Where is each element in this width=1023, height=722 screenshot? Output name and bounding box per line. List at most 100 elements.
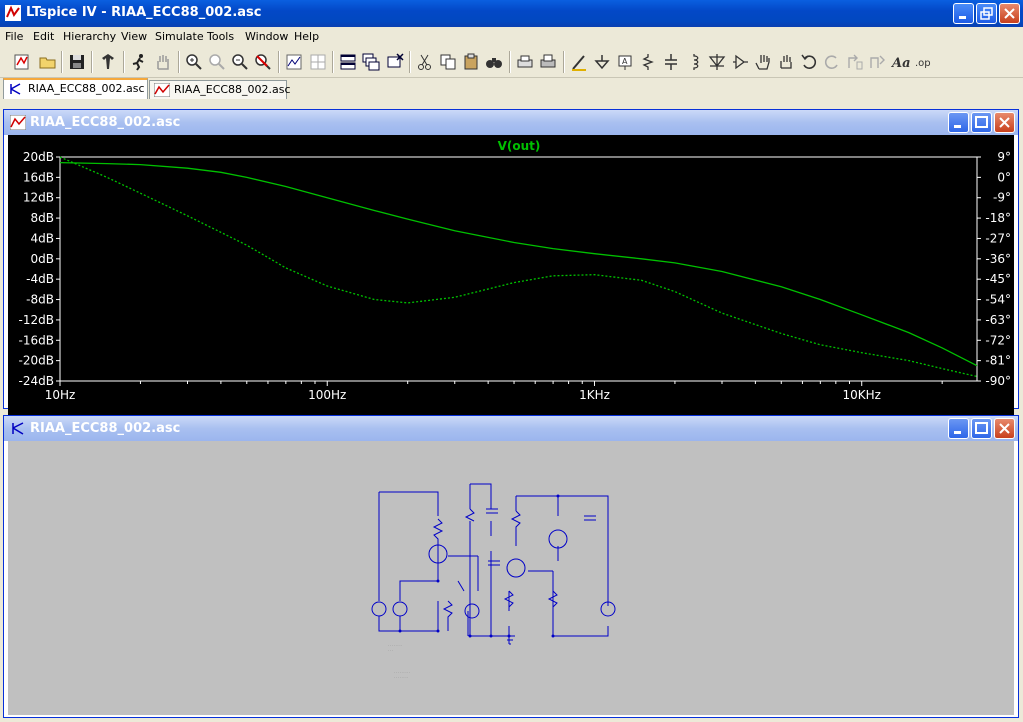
- diode-icon[interactable]: [707, 52, 727, 72]
- waveform-close-button[interactable]: [994, 112, 1015, 133]
- spice-directive-icon[interactable]: .op: [914, 52, 934, 72]
- maximize-icon: [975, 422, 988, 434]
- svg-text:Aa: Aa: [891, 56, 911, 71]
- undo-icon[interactable]: [799, 52, 819, 72]
- x-tick-label: 100Hz: [308, 388, 346, 402]
- y2-tick-label: -63°: [985, 313, 1011, 327]
- tab-waveform[interactable]: RIAA_ECC88_002.asc: [149, 80, 291, 99]
- close-all-icon[interactable]: [385, 52, 405, 72]
- draw-wire-icon[interactable]: [569, 52, 589, 72]
- x-tick-label: 1KHz: [579, 388, 610, 402]
- y2-tick-label: -18°: [985, 211, 1011, 225]
- menu-edit[interactable]: Edit: [33, 30, 54, 43]
- y-tick-label: -12dB: [19, 313, 54, 327]
- waveform-minimize-button[interactable]: [948, 112, 969, 133]
- y2-tick-label: -27°: [985, 231, 1011, 245]
- tab-label: RIAA_ECC88_002.asc: [28, 82, 145, 95]
- x-tick-label: 10KHz: [842, 388, 880, 402]
- x-tick-label: 10Hz: [45, 388, 76, 402]
- schematic-window-title: RIAA_ECC88_002.asc: [30, 421, 181, 436]
- open-icon[interactable]: [38, 52, 58, 72]
- window-title: LTspice IV - RIAA_ECC88_002.asc: [26, 5, 262, 20]
- menu-view[interactable]: View: [121, 30, 147, 43]
- restore-icon: [980, 7, 993, 20]
- save-icon[interactable]: [67, 52, 87, 72]
- y2-tick-label: 0°: [997, 170, 1011, 184]
- paste-icon[interactable]: [461, 52, 481, 72]
- menu-window[interactable]: Window: [245, 30, 288, 43]
- print-setup-icon[interactable]: [515, 52, 535, 72]
- rotate-icon[interactable]: [845, 52, 865, 72]
- cascade-icon[interactable]: [361, 52, 381, 72]
- label-net-icon[interactable]: A: [615, 52, 635, 72]
- schematic-window: RIAA_ECC88_002.asc · · · · · · · · · · ·…: [3, 415, 1019, 718]
- y2-tick-label: 9°: [997, 150, 1011, 164]
- menu-file[interactable]: File: [5, 30, 23, 43]
- schematic-close-button[interactable]: [994, 418, 1015, 439]
- menu-hierarchy[interactable]: Hierarchy: [63, 30, 116, 43]
- chart-title: V(out): [498, 139, 541, 153]
- y2-tick-label: -81°: [985, 354, 1011, 368]
- y-tick-label: -8dB: [26, 293, 54, 307]
- menu-simulate[interactable]: Simulate: [155, 30, 204, 43]
- phase-trace: [59, 156, 978, 378]
- minimize-icon: [954, 431, 961, 434]
- magnitude-trace: [59, 161, 978, 367]
- schematic-maximize-button[interactable]: [971, 418, 992, 439]
- minimize-button[interactable]: [953, 3, 974, 24]
- menu-tools[interactable]: Tools: [207, 30, 234, 43]
- redo-icon[interactable]: [822, 52, 842, 72]
- waveform-plot[interactable]: V(out) 20dB 16dB 12dB 8dB 4dB 0dB -4dB -8dB -12d…: [8, 135, 1014, 415]
- waveform-maximize-button[interactable]: [971, 112, 992, 133]
- zoom-out-icon[interactable]: [230, 52, 250, 72]
- y-tick-label: -16dB: [19, 333, 54, 347]
- tab-label: RIAA_ECC88_002.asc: [174, 83, 291, 96]
- drag-hand-icon[interactable]: [776, 52, 796, 72]
- inductor-icon[interactable]: [684, 52, 704, 72]
- tile-horizontal-icon[interactable]: [338, 52, 358, 72]
- svg-text:A: A: [622, 57, 628, 66]
- mirror-icon[interactable]: [868, 52, 888, 72]
- capacitor-icon[interactable]: [661, 52, 681, 72]
- autorange-icon[interactable]: [284, 52, 304, 72]
- schematic-window-icon: [12, 422, 24, 435]
- maximize-icon: [975, 116, 988, 128]
- waveform-window: RIAA_ECC88_002.asc V(out) 20dB 16dB 12dB 8d…: [3, 109, 1019, 415]
- cut-icon[interactable]: [415, 52, 435, 72]
- waveform-window-icon: [10, 115, 26, 130]
- schematic-minimize-button[interactable]: [948, 418, 969, 439]
- new-schematic-icon[interactable]: [12, 52, 32, 72]
- zoom-pan-icon[interactable]: [207, 52, 227, 72]
- move-hand-icon[interactable]: [753, 52, 773, 72]
- resistor-icon[interactable]: [638, 52, 658, 72]
- run-icon[interactable]: [129, 52, 149, 72]
- schematic-canvas[interactable]: · · · · · · · · · · · · · · · · · · · · …: [8, 441, 1014, 715]
- tab-schematic[interactable]: RIAA_ECC88_002.asc: [3, 78, 148, 99]
- y-tick-label: -4dB: [26, 272, 54, 286]
- close-icon: [999, 117, 1010, 128]
- waveform-window-caption: RIAA_ECC88_002.asc: [4, 110, 1018, 135]
- y2-tick-label: -72°: [985, 333, 1011, 347]
- ground-icon[interactable]: [592, 52, 612, 72]
- y-tick-label: 16dB: [23, 170, 54, 184]
- y-tick-label: -24dB: [19, 374, 54, 388]
- text-icon[interactable]: Aa: [891, 52, 911, 72]
- control-panel-icon[interactable]: [98, 52, 118, 72]
- y2-tick-label: -36°: [985, 252, 1011, 266]
- restore-button[interactable]: [976, 3, 997, 24]
- grid-icon[interactable]: [308, 52, 328, 72]
- zoom-in-icon[interactable]: [184, 52, 204, 72]
- component-icon[interactable]: [730, 52, 750, 72]
- close-icon: [999, 423, 1010, 434]
- halt-hand-icon[interactable]: [153, 52, 173, 72]
- copy-icon[interactable]: [438, 52, 458, 72]
- print-icon[interactable]: [538, 52, 558, 72]
- find-icon[interactable]: [484, 52, 504, 72]
- zoom-fit-icon[interactable]: [253, 52, 273, 72]
- toolbar: A Aa .op: [0, 46, 1023, 78]
- svg-text:· · ·: · · ·: [388, 648, 393, 652]
- minimize-icon: [959, 16, 966, 19]
- close-button[interactable]: [999, 3, 1020, 24]
- y-tick-label: 20dB: [23, 150, 54, 164]
- menu-help[interactable]: Help: [294, 30, 319, 43]
